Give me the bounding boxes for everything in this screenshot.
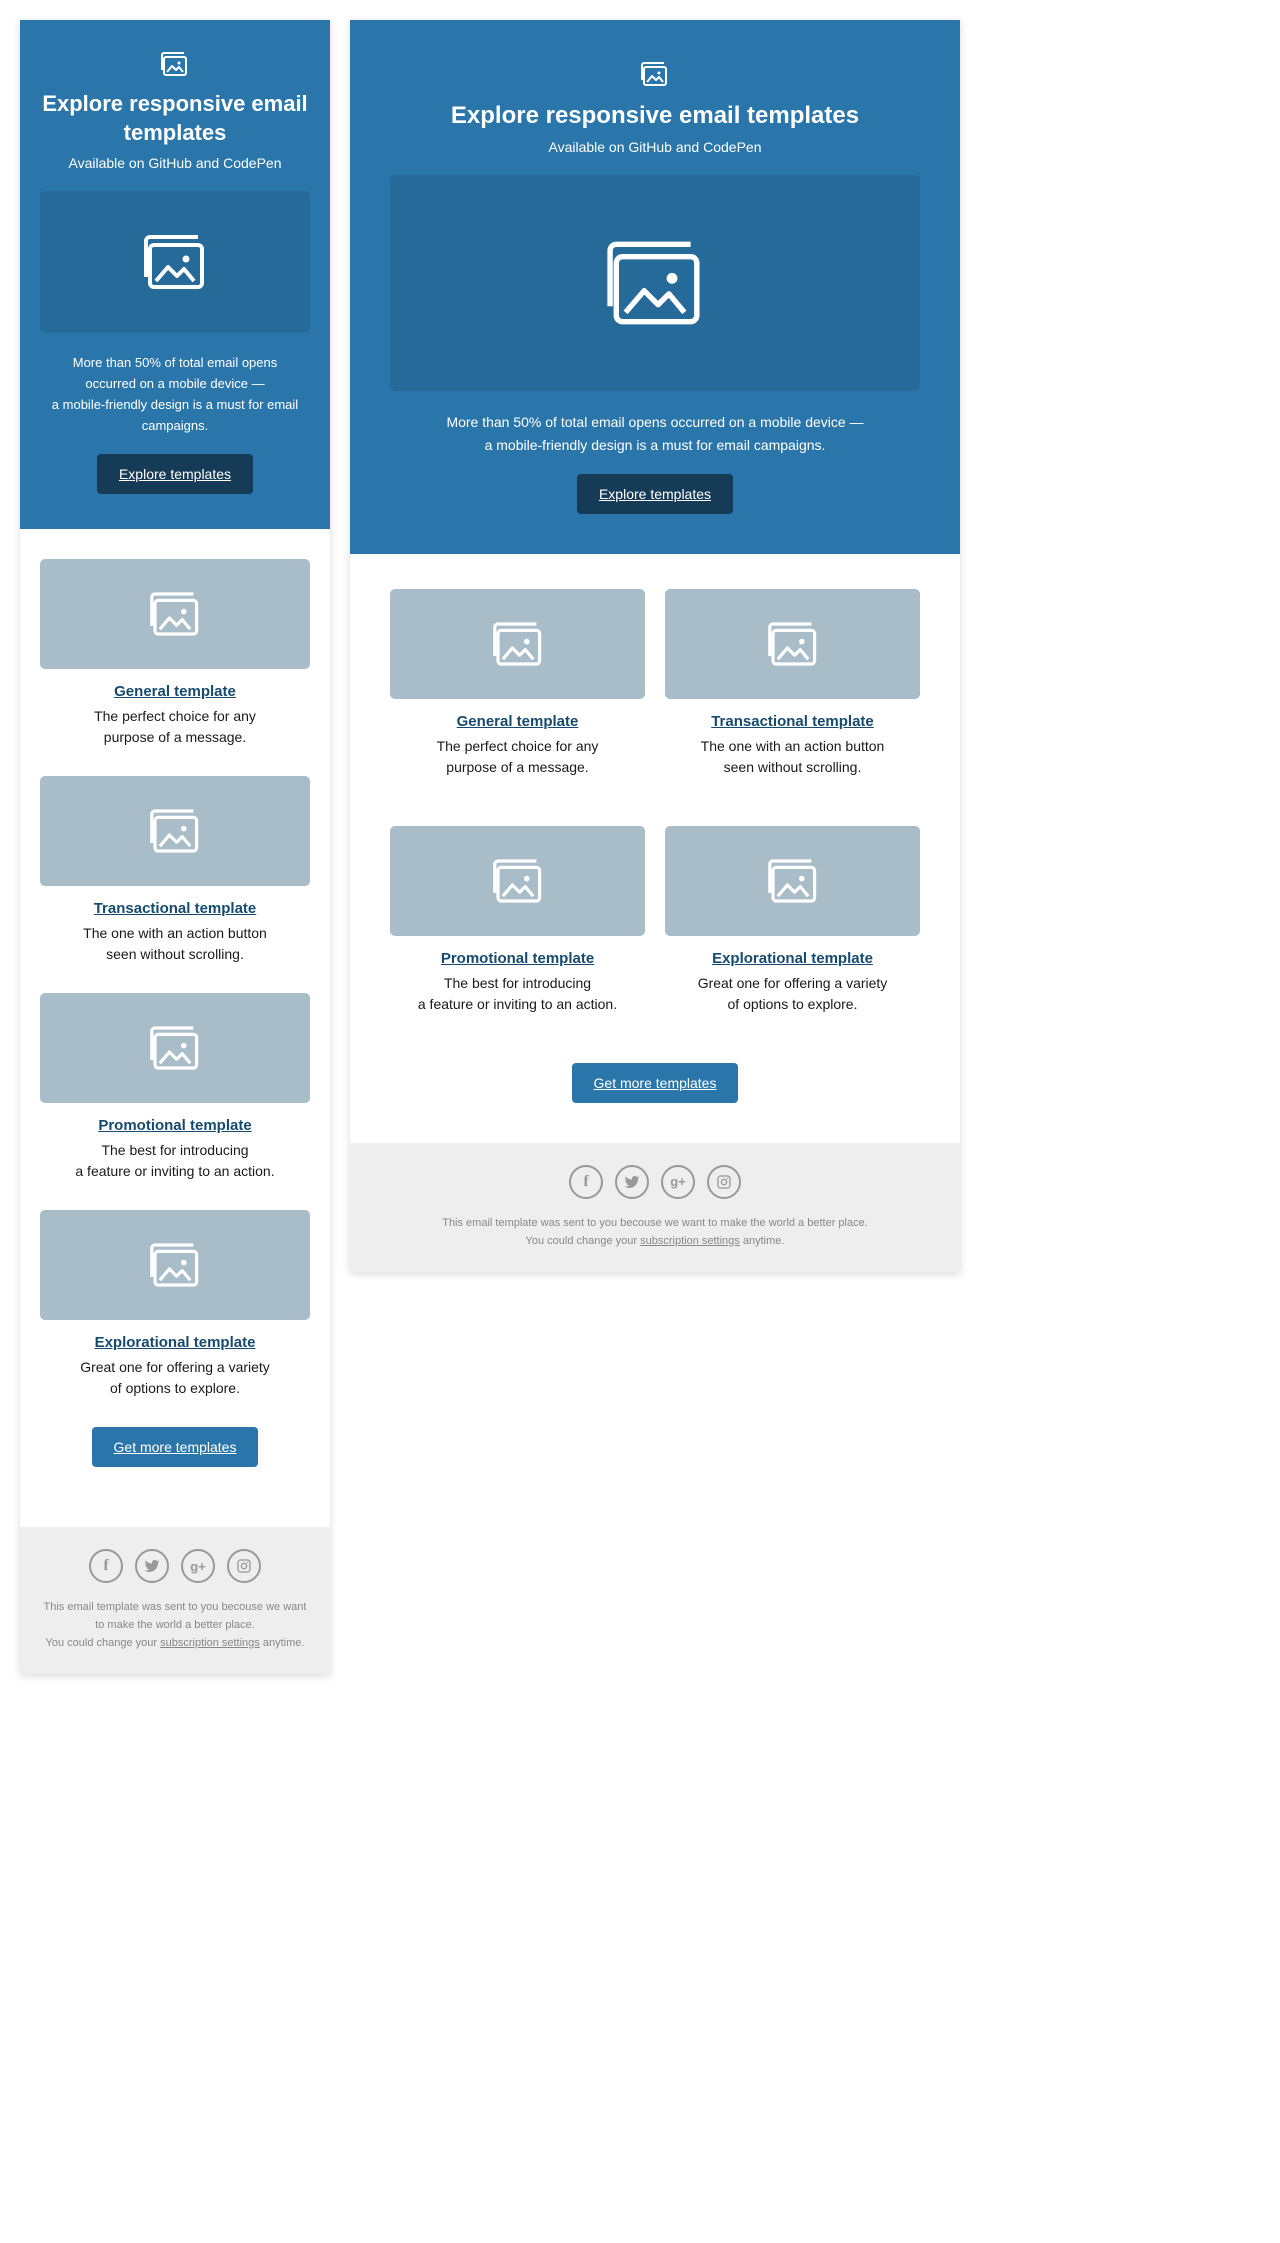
card-title-link[interactable]: Explorational template <box>40 1334 310 1351</box>
card-image-placeholder <box>40 1210 310 1320</box>
image-icon <box>160 50 190 78</box>
image-icon <box>765 856 821 906</box>
card-title-link[interactable]: Promotional template <box>390 950 645 967</box>
card-description: The perfect choice for anypurpose of a m… <box>40 706 310 748</box>
card-title-link[interactable]: Transactional template <box>665 713 920 730</box>
image-icon <box>147 1240 203 1290</box>
hero-logo-icon <box>40 50 310 78</box>
footer: f g+ This email template was sent to you… <box>350 1143 960 1272</box>
email-template-desktop: Explore responsive email templates Avail… <box>350 20 960 1272</box>
hero-subtitle: Available on GitHub and CodePen <box>40 155 310 171</box>
footer: f g+ This email template was sent to you… <box>20 1527 330 1674</box>
cards-section: General template The perfect choice for … <box>350 554 960 1143</box>
card-description: The one with an action buttonseen withou… <box>40 923 310 965</box>
card-image-placeholder <box>40 993 310 1103</box>
subscription-settings-link[interactable]: subscription settings <box>160 1637 260 1649</box>
card-general: General template The perfect choice for … <box>40 559 310 748</box>
card-description: Great one for offering a varietyof optio… <box>40 1357 310 1399</box>
image-icon <box>147 589 203 639</box>
explore-templates-button[interactable]: Explore templates <box>97 454 253 494</box>
image-icon <box>490 619 546 669</box>
hero-logo-icon <box>390 60 920 88</box>
get-more-templates-button[interactable]: Get more templates <box>572 1063 739 1103</box>
social-icons-row: f g+ <box>40 1549 310 1583</box>
card-title-link[interactable]: Explorational template <box>665 950 920 967</box>
card-transactional: Transactional template The one with an a… <box>40 776 310 965</box>
image-icon <box>600 235 710 331</box>
hero-title: Explore responsive email templates <box>390 100 920 131</box>
card-description: The one with an action buttonseen withou… <box>665 736 920 778</box>
card-explorational: Explorational template Great one for off… <box>665 826 920 1015</box>
facebook-icon[interactable]: f <box>569 1165 603 1199</box>
card-title-link[interactable]: Promotional template <box>40 1117 310 1134</box>
hero-description: More than 50% of total email opens occur… <box>40 353 310 436</box>
hero-image-placeholder <box>390 175 920 391</box>
card-explorational: Explorational template Great one for off… <box>40 1210 310 1399</box>
footer-text: This email template was sent to you beco… <box>40 1599 310 1652</box>
hero-section: Explore responsive email templates Avail… <box>20 20 330 529</box>
hero-section: Explore responsive email templates Avail… <box>350 20 960 554</box>
card-transactional: Transactional template The one with an a… <box>665 589 920 778</box>
footer-text: This email template was sent to you beco… <box>370 1215 940 1250</box>
card-promotional: Promotional template The best for introd… <box>40 993 310 1182</box>
card-description: The best for introducinga feature or inv… <box>40 1140 310 1182</box>
card-image-placeholder <box>665 589 920 699</box>
card-title-link[interactable]: Transactional template <box>40 900 310 917</box>
card-description: The best for introducinga feature or inv… <box>390 973 645 1015</box>
card-promotional: Promotional template The best for introd… <box>390 826 645 1015</box>
hero-description: More than 50% of total email opens occur… <box>390 411 920 456</box>
facebook-icon[interactable]: f <box>89 1549 123 1583</box>
get-more-templates-button[interactable]: Get more templates <box>92 1427 259 1467</box>
instagram-icon[interactable] <box>227 1549 261 1583</box>
cards-section: General template The perfect choice for … <box>20 529 330 1527</box>
image-icon <box>640 60 670 88</box>
instagram-icon[interactable] <box>707 1165 741 1199</box>
card-image-placeholder <box>390 826 645 936</box>
google-plus-icon[interactable]: g+ <box>181 1549 215 1583</box>
image-icon <box>147 806 203 856</box>
cards-grid: General template The perfect choice for … <box>390 589 920 1043</box>
image-icon <box>140 231 210 293</box>
email-template-mobile: Explore responsive email templates Avail… <box>20 20 330 1674</box>
image-icon <box>147 1023 203 1073</box>
secondary-cta-row: Get more templates <box>390 1063 920 1133</box>
twitter-icon[interactable] <box>615 1165 649 1199</box>
secondary-cta-row: Get more templates <box>40 1427 310 1497</box>
image-icon <box>490 856 546 906</box>
twitter-icon[interactable] <box>135 1549 169 1583</box>
card-image-placeholder <box>40 776 310 886</box>
card-image-placeholder <box>665 826 920 936</box>
card-image-placeholder <box>40 559 310 669</box>
image-icon <box>765 619 821 669</box>
card-title-link[interactable]: General template <box>390 713 645 730</box>
hero-image-placeholder <box>40 191 310 333</box>
card-general: General template The perfect choice for … <box>390 589 645 778</box>
hero-title: Explore responsive email templates <box>40 90 310 147</box>
subscription-settings-link[interactable]: subscription settings <box>640 1235 740 1247</box>
google-plus-icon[interactable]: g+ <box>661 1165 695 1199</box>
card-image-placeholder <box>390 589 645 699</box>
card-description: The perfect choice for anypurpose of a m… <box>390 736 645 778</box>
explore-templates-button[interactable]: Explore templates <box>577 474 733 514</box>
social-icons-row: f g+ <box>370 1165 940 1199</box>
card-title-link[interactable]: General template <box>40 683 310 700</box>
card-description: Great one for offering a varietyof optio… <box>665 973 920 1015</box>
hero-subtitle: Available on GitHub and CodePen <box>390 139 920 155</box>
